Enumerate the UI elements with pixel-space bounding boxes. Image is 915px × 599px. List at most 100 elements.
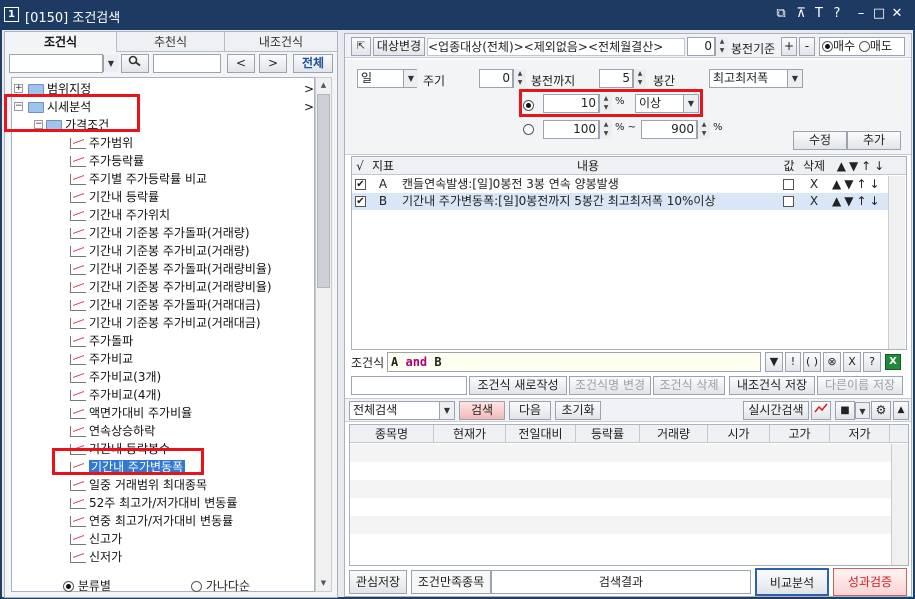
row-checkbox[interactable]: ✔ xyxy=(355,196,366,207)
scroll-thumb[interactable] xyxy=(317,94,330,288)
tab-recommended[interactable]: 추천식 xyxy=(117,32,225,52)
gear-icon[interactable]: ⚙ xyxy=(871,401,891,420)
tree-item[interactable]: 기간내 기준봉 주가돌파(거래량) xyxy=(70,224,250,242)
row-move-controls[interactable]: ▲▼↑↓ xyxy=(832,193,892,210)
tree-item[interactable]: 기간내 기준봉 주가돌파(거래량비율) xyxy=(70,260,272,278)
plus-button[interactable]: + xyxy=(781,37,797,56)
next-button[interactable]: > xyxy=(259,54,287,73)
metric-dropdown-icon[interactable]: ▼ xyxy=(787,70,802,87)
tree-item[interactable]: 기간내 주가위치 xyxy=(70,206,170,224)
expand-panel-icon[interactable]: ⇱ xyxy=(351,37,371,56)
scroll-up-icon[interactable]: ▲ xyxy=(316,78,331,93)
close-icon[interactable]: ✕ xyxy=(889,6,905,21)
threshold-spinner-icon[interactable]: ▲ ▼ xyxy=(599,94,612,113)
delete-formula-button[interactable]: 조건식 삭제 xyxy=(653,376,725,395)
tree-item[interactable]: 기간내 기준봉 주가비교(거래대금) xyxy=(70,314,261,332)
new-formula-button[interactable]: 조건식 새로작성 xyxy=(469,376,567,395)
result-col-header[interactable]: 거래량 xyxy=(640,425,708,443)
save-watchlist-button[interactable]: 관심저장 xyxy=(349,570,407,594)
compare-analysis-button[interactable]: 비교분석 xyxy=(755,568,829,596)
excel-export-icon[interactable]: X xyxy=(885,354,901,370)
result-col-header[interactable]: 등락률 xyxy=(576,425,640,443)
modify-button[interactable]: 수정 xyxy=(793,131,847,150)
tree-item[interactable]: 연속상승하락 xyxy=(70,422,155,440)
chart-view-icon[interactable] xyxy=(811,401,831,420)
tree-item[interactable]: 52주 최고가/저가대비 변동률 xyxy=(70,494,237,512)
move-down-icon[interactable]: ▼ xyxy=(844,194,856,208)
performance-test-button[interactable]: 성과검증 xyxy=(833,568,907,596)
result-row[interactable] xyxy=(350,480,891,498)
result-row[interactable] xyxy=(350,444,891,462)
font-icon[interactable]: T xyxy=(811,6,827,21)
range-to-spinner-icon[interactable]: ▲ ▼ xyxy=(697,120,710,139)
bar-offset-input[interactable]: 0 xyxy=(687,37,715,56)
realtime-search-button[interactable]: 실시간검색 xyxy=(743,401,809,420)
tree-item[interactable]: 일중 거래범위 최대종목 xyxy=(70,476,207,494)
sell-option[interactable]: 매도 xyxy=(858,39,892,53)
move-bottom-icon[interactable]: ↓ xyxy=(870,194,883,208)
pin-icon[interactable]: ⊼ xyxy=(793,6,809,21)
result-col-header[interactable]: 고가 xyxy=(770,425,830,443)
save-as-button[interactable]: 다른이름 저장 xyxy=(817,376,903,395)
add-button[interactable]: 추가 xyxy=(847,131,901,150)
tree-folder[interactable]: − 가격조건 xyxy=(34,116,109,134)
tree-item[interactable]: 액면가대비 주가비율 xyxy=(70,404,192,422)
condition-row[interactable]: ✔ B 기간내 주가변동폭:[일]0봉전까지 5봉간 최고최저폭 10%이상 X ▲▼↑… xyxy=(352,193,888,210)
result-col-header[interactable]: 현재가 xyxy=(434,425,506,443)
maximize-icon[interactable]: □ xyxy=(871,6,887,21)
tab-my-conditions[interactable]: 내조건식 xyxy=(225,32,337,52)
period-dropdown-icon[interactable]: ▼ xyxy=(403,70,418,87)
move-top-icon[interactable]: ↑ xyxy=(856,177,869,191)
minimize-icon[interactable]: – xyxy=(853,6,869,21)
tree-item[interactable]: 주가등락률 xyxy=(70,152,144,170)
result-col-header[interactable]: 종목명 xyxy=(350,425,434,443)
xor-button[interactable]: ⊗ xyxy=(823,352,841,372)
tree-item[interactable]: 기간내 주가변동폭 xyxy=(70,458,186,476)
collapse-up-icon[interactable]: ▲ xyxy=(893,401,909,420)
row-value-checkbox[interactable] xyxy=(783,196,794,207)
scroll-down-icon[interactable]: ▼ xyxy=(316,576,331,591)
tree-item[interactable]: 주가범위 xyxy=(70,134,133,152)
row-checkbox[interactable]: ✔ xyxy=(355,179,366,190)
tree-item[interactable]: 연중 최고가/저가대비 변동률 xyxy=(70,512,233,530)
prev-button[interactable]: < xyxy=(227,54,255,73)
bars-spinner-icon[interactable]: ▲ ▼ xyxy=(633,69,646,88)
result-col-header[interactable]: 전일대비 xyxy=(506,425,576,443)
expand-icon[interactable]: + xyxy=(14,84,23,93)
result-col-header[interactable]: 저가 xyxy=(830,425,890,443)
move-up-icon[interactable]: ▲ xyxy=(832,194,844,208)
collapse-icon[interactable]: − xyxy=(14,102,23,111)
range-to-input[interactable]: 900 xyxy=(641,120,697,139)
tree-item[interactable]: 주가비교 xyxy=(70,350,133,368)
column-settings-dropdown-icon[interactable]: ▼ xyxy=(855,402,870,419)
parenthesis-button[interactable]: ( ) xyxy=(803,352,821,372)
range-from-input[interactable]: 100 xyxy=(543,120,599,139)
sort-by-category-option[interactable]: 분류별 xyxy=(63,577,111,594)
tree-item[interactable]: 주가돌파 xyxy=(70,332,133,350)
search-button[interactable] xyxy=(121,54,149,73)
search-run-button[interactable]: 검색 xyxy=(459,401,505,420)
tab-conditions[interactable]: 조건식 xyxy=(5,32,117,52)
collapse-icon[interactable]: − xyxy=(34,120,43,129)
search-reset-button[interactable]: 초기화 xyxy=(555,401,601,420)
result-row[interactable] xyxy=(350,516,891,534)
search-next-button[interactable]: 다음 xyxy=(509,401,551,420)
all-button[interactable]: 전체 xyxy=(293,54,333,73)
formula-dropdown-icon[interactable]: ▼ xyxy=(765,352,783,372)
tree-folder[interactable]: + 범위지정 xyxy=(14,80,91,98)
row-move-controls[interactable]: ▲▼↑↓ xyxy=(832,176,892,193)
threshold-value-input[interactable]: 10 xyxy=(543,94,599,113)
tree-item[interactable]: 신저가 xyxy=(70,548,122,566)
result-grid-scrollbar[interactable] xyxy=(891,444,908,565)
move-down-icon[interactable]: ▼ xyxy=(844,177,856,191)
save-my-formula-button[interactable]: 내조건식 저장 xyxy=(729,376,815,395)
range-option[interactable] xyxy=(523,122,534,136)
row-value-checkbox[interactable] xyxy=(783,179,794,190)
help-icon[interactable]: ? xyxy=(829,6,845,21)
sort-by-name-option[interactable]: 가나다순 xyxy=(191,577,250,594)
not-button[interactable]: ! xyxy=(785,352,801,372)
clear-button[interactable]: X xyxy=(843,352,861,372)
target-change-button[interactable]: 대상변경 xyxy=(373,37,425,56)
tree-item[interactable]: 주가비교(3개) xyxy=(70,368,161,386)
tree-item[interactable]: 기간내 등락률 xyxy=(70,188,159,206)
